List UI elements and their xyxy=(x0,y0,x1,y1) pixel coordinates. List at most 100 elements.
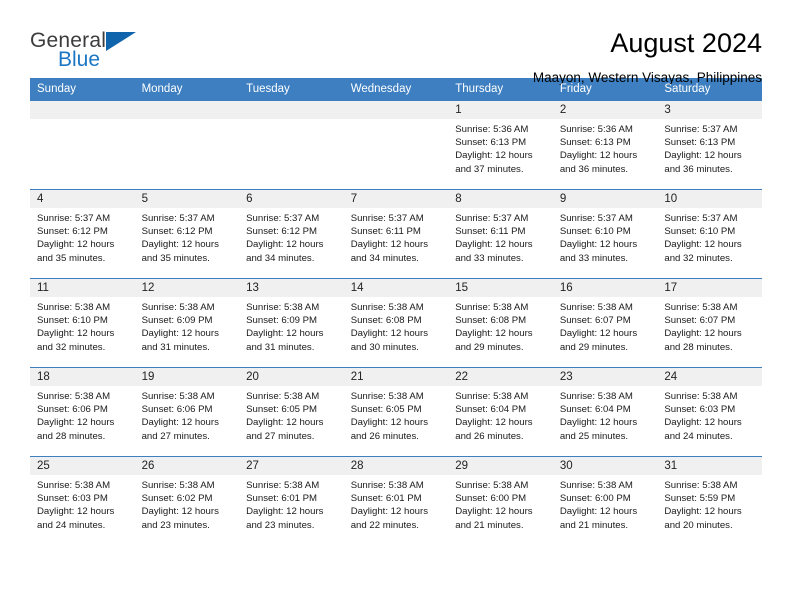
daylight-text-line1: Daylight: 12 hours xyxy=(141,417,219,429)
calendar-day-cell[interactable]: 18 Sunrise: 5:38 AM Sunset: 6:06 PM Dayligh… xyxy=(30,367,135,457)
day-cell-inner: 20 Sunrise: 5:38 AM Sunset: 6:05 PM Dayligh… xyxy=(239,368,344,456)
day-cell-inner: 29 Sunrise: 5:38 AM Sunset: 6:00 PM Dayligh… xyxy=(448,457,553,545)
day-cell-inner: 18 Sunrise: 5:38 AM Sunset: 6:06 PM Dayligh… xyxy=(30,368,135,456)
day-cell-inner: 22 Sunrise: 5:38 AM Sunset: 6:04 PM Dayligh… xyxy=(448,368,553,456)
calendar-day-cell[interactable]: 16 Sunrise: 5:38 AM Sunset: 6:07 PM Dayligh… xyxy=(552,278,658,368)
calendar-day-cell[interactable]: 14 Sunrise: 5:38 AM Sunset: 6:08 PM Dayligh… xyxy=(343,278,449,368)
day-number xyxy=(239,101,344,119)
calendar-day-cell[interactable]: 31 Sunrise: 5:38 AM Sunset: 5:59 PM Dayligh… xyxy=(657,456,762,545)
day-details xyxy=(135,119,240,123)
calendar-day-cell[interactable]: 28 Sunrise: 5:38 AM Sunset: 6:01 PM Dayligh… xyxy=(343,456,449,545)
calendar-day-cell[interactable]: 30 Sunrise: 5:38 AM Sunset: 6:00 PM Dayligh… xyxy=(552,456,658,545)
day-details: Sunrise: 5:37 AM Sunset: 6:12 PM Daylight:… xyxy=(239,208,344,265)
day-cell-inner: 12 Sunrise: 5:38 AM Sunset: 6:09 PM Dayligh… xyxy=(134,279,240,367)
page-title: August 2024 xyxy=(610,28,762,58)
day-number: 6 xyxy=(239,190,344,208)
calendar-day-cell[interactable]: 13 Sunrise: 5:38 AM Sunset: 6:09 PM Dayligh… xyxy=(239,278,344,368)
calendar-day-cell[interactable]: 15 Sunrise: 5:38 AM Sunset: 6:08 PM Dayligh… xyxy=(448,278,553,368)
sunset-text: Sunset: 6:05 PM xyxy=(350,404,422,416)
daylight-text-line1: Daylight: 12 hours xyxy=(664,417,742,429)
day-details xyxy=(239,119,344,123)
calendar-day-cell[interactable]: 1 Sunrise: 5:36 AM Sunset: 6:13 PM Daylight… xyxy=(448,101,553,190)
sunrise-text: Sunrise: 5:38 AM xyxy=(141,391,215,402)
day-cell-inner xyxy=(343,101,449,189)
day-details: Sunrise: 5:38 AM Sunset: 6:03 PM Daylight:… xyxy=(657,386,762,443)
calendar-day-cell[interactable]: 27 Sunrise: 5:38 AM Sunset: 6:01 PM Dayligh… xyxy=(239,456,344,545)
calendar-day-cell-empty xyxy=(134,101,240,190)
day-details: Sunrise: 5:37 AM Sunset: 6:10 PM Daylight:… xyxy=(553,208,658,265)
calendar-day-cell[interactable]: 21 Sunrise: 5:38 AM Sunset: 6:05 PM Dayligh… xyxy=(343,367,449,457)
calendar-day-cell[interactable]: 8 Sunrise: 5:37 AM Sunset: 6:11 PM Daylight… xyxy=(448,189,553,279)
daylight-text-line1: Daylight: 12 hours xyxy=(455,150,533,162)
sunrise-text: Sunrise: 5:38 AM xyxy=(455,391,529,402)
daylight-text-line2: and 35 minutes. xyxy=(141,252,210,264)
day-number: 8 xyxy=(448,190,553,208)
calendar-day-cell[interactable]: 24 Sunrise: 5:38 AM Sunset: 6:03 PM Dayligh… xyxy=(657,367,762,457)
calendar-day-cell[interactable]: 22 Sunrise: 5:38 AM Sunset: 6:04 PM Dayligh… xyxy=(448,367,553,457)
calendar-day-cell[interactable]: 12 Sunrise: 5:38 AM Sunset: 6:09 PM Dayligh… xyxy=(134,278,240,368)
daylight-text-line1: Daylight: 12 hours xyxy=(559,417,638,429)
sunrise-text: Sunrise: 5:37 AM xyxy=(350,213,424,224)
sunrise-text: Sunrise: 5:37 AM xyxy=(664,213,738,224)
calendar-day-cell[interactable]: 7 Sunrise: 5:37 AM Sunset: 6:11 PM Daylight… xyxy=(343,189,449,279)
daylight-text-line2: and 27 minutes. xyxy=(246,430,315,442)
daylight-text-line2: and 26 minutes. xyxy=(455,430,524,442)
calendar-page: General Blue August 2024 Maayon, Western… xyxy=(0,0,792,612)
daylight-text-line1: Daylight: 12 hours xyxy=(664,506,742,518)
logo-generalblue[interactable]: General Blue xyxy=(30,28,210,70)
day-number: 27 xyxy=(239,457,344,475)
day-cell-inner: 9 Sunrise: 5:37 AM Sunset: 6:10 PM Daylight… xyxy=(552,190,658,278)
calendar-day-cell-empty xyxy=(30,101,135,190)
day-cell-inner: 14 Sunrise: 5:38 AM Sunset: 6:08 PM Dayligh… xyxy=(343,279,449,367)
calendar-day-cell[interactable]: 4 Sunrise: 5:37 AM Sunset: 6:12 PM Daylight… xyxy=(30,189,135,279)
day-details: Sunrise: 5:37 AM Sunset: 6:11 PM Daylight:… xyxy=(344,208,449,265)
day-details: Sunrise: 5:38 AM Sunset: 6:09 PM Daylight:… xyxy=(135,297,240,354)
calendar-week-row: 25 Sunrise: 5:38 AM Sunset: 6:03 PM Dayligh… xyxy=(30,456,762,545)
day-number: 15 xyxy=(448,279,553,297)
daylight-text-line1: Daylight: 12 hours xyxy=(350,506,429,518)
calendar-day-cell[interactable]: 25 Sunrise: 5:38 AM Sunset: 6:03 PM Dayligh… xyxy=(30,456,135,545)
calendar-week-row: 18 Sunrise: 5:38 AM Sunset: 6:06 PM Dayligh… xyxy=(30,367,762,457)
day-number: 30 xyxy=(552,457,658,475)
daylight-text-line1: Daylight: 12 hours xyxy=(455,506,533,518)
calendar-day-cell[interactable]: 11 Sunrise: 5:38 AM Sunset: 6:10 PM Dayligh… xyxy=(30,278,135,368)
day-cell-inner: 3 Sunrise: 5:37 AM Sunset: 6:13 PM Daylight… xyxy=(657,101,762,189)
calendar-day-cell[interactable]: 23 Sunrise: 5:38 AM Sunset: 6:04 PM Dayligh… xyxy=(552,367,658,457)
calendar-day-cell[interactable]: 26 Sunrise: 5:38 AM Sunset: 6:02 PM Dayligh… xyxy=(134,456,240,545)
logo-text-blue: Blue xyxy=(58,48,101,71)
day-number: 25 xyxy=(30,457,135,475)
day-details xyxy=(344,119,449,123)
calendar-day-cell[interactable]: 20 Sunrise: 5:38 AM Sunset: 6:05 PM Dayligh… xyxy=(239,367,344,457)
logo-triangle-icon xyxy=(106,32,136,51)
daylight-text-line1: Daylight: 12 hours xyxy=(37,417,115,429)
calendar-day-cell[interactable]: 29 Sunrise: 5:38 AM Sunset: 6:00 PM Dayligh… xyxy=(448,456,553,545)
weekday-header-wednesday: Wednesday xyxy=(343,78,449,101)
calendar-day-cell[interactable]: 3 Sunrise: 5:37 AM Sunset: 6:13 PM Daylight… xyxy=(657,101,762,190)
calendar-day-cell-empty xyxy=(343,101,449,190)
calendar-day-cell[interactable]: 2 Sunrise: 5:36 AM Sunset: 6:13 PM Daylight… xyxy=(552,101,658,190)
calendar-day-cell[interactable]: 17 Sunrise: 5:38 AM Sunset: 6:07 PM Dayligh… xyxy=(657,278,762,368)
day-number: 9 xyxy=(552,190,658,208)
daylight-text-line2: and 36 minutes. xyxy=(664,163,733,175)
calendar-day-cell[interactable]: 6 Sunrise: 5:37 AM Sunset: 6:12 PM Daylight… xyxy=(239,189,344,279)
sunset-text: Sunset: 6:03 PM xyxy=(37,493,108,505)
calendar-week-row: 11 Sunrise: 5:38 AM Sunset: 6:10 PM Dayligh… xyxy=(30,278,762,368)
daylight-text-line2: and 21 minutes. xyxy=(559,519,629,531)
calendar-day-cell[interactable]: 10 Sunrise: 5:37 AM Sunset: 6:10 PM Dayligh… xyxy=(657,189,762,279)
calendar-week-row: 1 Sunrise: 5:36 AM Sunset: 6:13 PM Daylight… xyxy=(30,101,762,190)
daylight-text-line2: and 29 minutes. xyxy=(455,341,524,353)
sunrise-text: Sunrise: 5:38 AM xyxy=(246,302,320,313)
sunset-text: Sunset: 6:02 PM xyxy=(141,493,213,505)
daylight-text-line2: and 29 minutes. xyxy=(559,341,629,353)
weekday-header-tuesday: Tuesday xyxy=(239,78,344,101)
day-cell-inner: 15 Sunrise: 5:38 AM Sunset: 6:08 PM Dayligh… xyxy=(448,279,553,367)
sunset-text: Sunset: 6:06 PM xyxy=(37,404,108,416)
day-details: Sunrise: 5:37 AM Sunset: 6:10 PM Daylight:… xyxy=(657,208,762,265)
calendar-day-cell[interactable]: 19 Sunrise: 5:38 AM Sunset: 6:06 PM Dayligh… xyxy=(134,367,240,457)
day-details: Sunrise: 5:38 AM Sunset: 5:59 PM Daylight:… xyxy=(657,475,762,532)
calendar-day-cell[interactable]: 5 Sunrise: 5:37 AM Sunset: 6:12 PM Daylight… xyxy=(134,189,240,279)
day-details: Sunrise: 5:37 AM Sunset: 6:11 PM Daylight:… xyxy=(448,208,553,265)
day-cell-inner xyxy=(134,101,240,189)
daylight-text-line2: and 24 minutes. xyxy=(664,430,733,442)
calendar-day-cell[interactable]: 9 Sunrise: 5:37 AM Sunset: 6:10 PM Daylight… xyxy=(552,189,658,279)
